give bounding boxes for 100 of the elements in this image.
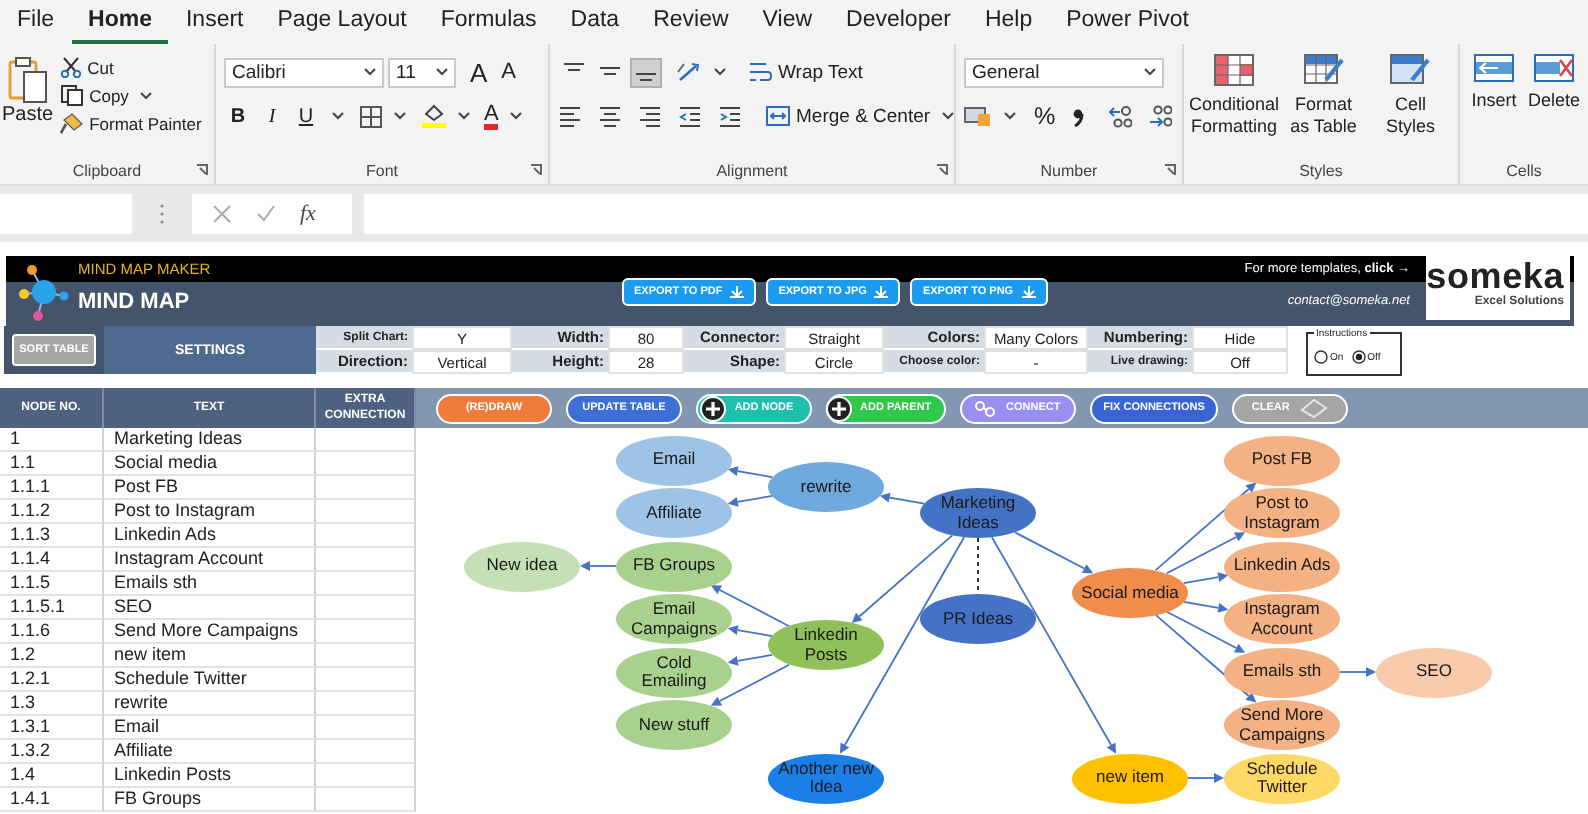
ribbon-tab[interactable]: Formulas xyxy=(423,0,554,44)
mind-map-node[interactable]: Post to Instagram xyxy=(1224,488,1340,538)
merge-center-button[interactable]: Merge & Center xyxy=(766,104,955,128)
table-cell: Marketing Ideas xyxy=(104,428,316,452)
table-cell: 1.4 xyxy=(0,764,104,788)
mind-map-node[interactable]: Social media xyxy=(1072,567,1188,618)
copy-button[interactable]: Copy xyxy=(59,84,202,106)
number-format-field[interactable]: General xyxy=(964,57,1164,87)
empty-cell xyxy=(316,572,416,596)
mind-map-node[interactable]: Linkedin Ads xyxy=(1224,541,1340,591)
cell-styles-button[interactable]: Cell Styles xyxy=(1371,54,1450,156)
insert-function-button[interactable]: fx xyxy=(300,202,316,226)
table-cell: 1.4.1 xyxy=(0,788,104,812)
percent-button[interactable]: % xyxy=(1034,102,1056,130)
plus-icon xyxy=(700,395,727,421)
increase-decimal-icon[interactable] xyxy=(1107,104,1132,128)
caret-icon xyxy=(140,91,153,99)
conditional-formatting-button[interactable]: Conditional Formatting xyxy=(1192,54,1276,156)
mind-map-node[interactable]: Emails sth xyxy=(1224,647,1340,697)
download-icon xyxy=(1021,285,1036,297)
wrap-text-button[interactable]: Wrap Text xyxy=(748,60,863,84)
mind-map-node[interactable]: PR Ideas xyxy=(920,594,1036,644)
bold-button[interactable]: B xyxy=(224,105,252,127)
increase-indent-icon[interactable] xyxy=(718,104,742,128)
group-label: Clipboard xyxy=(72,161,142,179)
insert-row-icon xyxy=(1473,54,1514,82)
orientation-icon[interactable] xyxy=(676,60,704,84)
mind-map-node[interactable]: New stuff xyxy=(616,700,732,750)
paste-button[interactable]: Paste xyxy=(2,52,54,156)
dialog-launcher-icon[interactable] xyxy=(530,164,542,176)
empty-cell xyxy=(316,620,416,644)
arrow xyxy=(879,492,926,505)
align-right-icon[interactable] xyxy=(638,104,662,128)
align-center-icon[interactable] xyxy=(598,104,622,128)
italic-button[interactable]: I xyxy=(258,105,286,127)
font-color-button[interactable]: A xyxy=(484,103,499,129)
font-size-field[interactable]: 11 xyxy=(388,57,456,87)
format-as-table-button[interactable]: Format as Table xyxy=(1284,54,1363,156)
align-bottom-icon[interactable] xyxy=(630,57,662,87)
insert-cells-button[interactable]: Insert xyxy=(1468,54,1520,156)
mind-map-node[interactable]: SEO xyxy=(1376,647,1492,697)
ribbon-tab[interactable]: Help xyxy=(967,0,1050,44)
ribbon-tab[interactable]: Insert xyxy=(168,0,261,44)
empty-cell xyxy=(316,452,416,476)
mind-map-node[interactable]: New idea xyxy=(464,541,580,591)
caret-icon xyxy=(394,112,406,120)
mind-map-node[interactable]: Send More Campaigns xyxy=(1224,700,1340,750)
mind-map-node[interactable]: FB Groups xyxy=(616,541,732,591)
arrow xyxy=(1339,667,1376,677)
eraser-icon xyxy=(1297,398,1330,418)
table-cell: 1 xyxy=(0,428,104,452)
caret-icon xyxy=(714,68,726,76)
decrease-decimal-icon[interactable] xyxy=(1147,104,1172,128)
ribbon-tab[interactable]: View xyxy=(745,0,830,44)
mind-map-node[interactable]: Another new Idea xyxy=(768,753,884,803)
empty-cell xyxy=(316,788,416,812)
mind-map-node[interactable]: Post FB xyxy=(1224,435,1340,485)
empty-cell xyxy=(316,548,416,572)
comma-style-icon[interactable] xyxy=(1071,104,1084,128)
mind-map-node[interactable]: Cold Emailing xyxy=(616,647,732,697)
ribbon-tab[interactable]: Power Pivot xyxy=(1049,0,1206,44)
decrease-indent-icon[interactable] xyxy=(678,104,702,128)
mind-map-node[interactable]: Email xyxy=(616,435,732,485)
font-name-field[interactable]: Calibri xyxy=(224,57,384,87)
fill-color-icon[interactable] xyxy=(422,104,446,128)
format-painter-button[interactable]: Format Painter xyxy=(59,112,202,134)
shrink-font-button[interactable]: A xyxy=(501,60,517,84)
dialog-launcher-icon[interactable] xyxy=(1164,164,1176,176)
table-cell: rewrite xyxy=(104,692,316,716)
ribbon-tab[interactable]: File xyxy=(0,0,72,44)
group-label: Font xyxy=(365,161,398,179)
mind-map-node[interactable]: Email Campaigns xyxy=(616,594,732,644)
mind-map-node[interactable]: Instagram Account xyxy=(1224,594,1340,644)
table-cell: 1.1.2 xyxy=(0,500,104,524)
underline-button[interactable]: U xyxy=(292,105,320,127)
table-icon xyxy=(1214,54,1254,86)
mind-map-node[interactable]: Linkedin Posts xyxy=(768,620,884,671)
delete-cells-button[interactable]: Delete xyxy=(1527,54,1580,156)
ribbon-tab[interactable]: Page Layout xyxy=(260,0,424,44)
download-icon xyxy=(874,285,889,297)
dialog-launcher-icon[interactable] xyxy=(196,164,208,176)
table-cell: 1.1.5 xyxy=(0,572,104,596)
ribbon-tab[interactable]: Data xyxy=(553,0,637,44)
ribbon-tab[interactable]: Review xyxy=(636,0,746,44)
table-cell: Send More Campaigns xyxy=(104,620,316,644)
mind-map-node[interactable]: new item xyxy=(1072,753,1188,803)
ribbon-tab[interactable]: Developer xyxy=(829,0,968,44)
cut-button[interactable]: Cut xyxy=(59,56,202,78)
borders-icon[interactable] xyxy=(360,105,382,127)
align-left-icon[interactable] xyxy=(558,104,582,128)
grow-font-button[interactable]: A xyxy=(470,57,488,87)
mind-map-node[interactable]: Affiliate xyxy=(616,488,732,538)
checkmark-icon[interactable] xyxy=(256,204,276,224)
currency-icon[interactable] xyxy=(964,104,992,128)
dialog-launcher-icon[interactable] xyxy=(936,164,948,176)
link-icon xyxy=(974,399,999,417)
empty-cell xyxy=(316,596,416,620)
mind-map-node[interactable]: Marketing Ideas xyxy=(920,488,1036,538)
mind-map-node[interactable]: rewrite xyxy=(768,461,884,512)
mind-map-node[interactable]: Schedule Twitter xyxy=(1224,753,1340,803)
